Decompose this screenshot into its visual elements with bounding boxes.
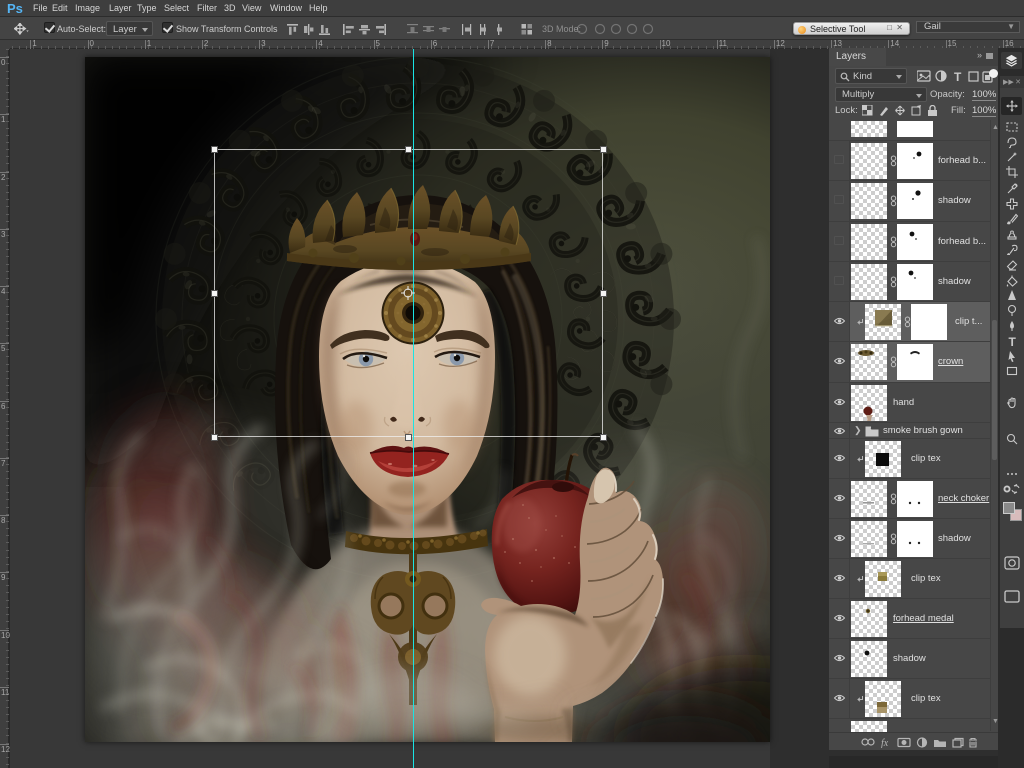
svg-text:T: T [1009,335,1017,348]
svg-text:T: T [954,70,962,83]
svg-text:fx: fx [881,738,889,748]
